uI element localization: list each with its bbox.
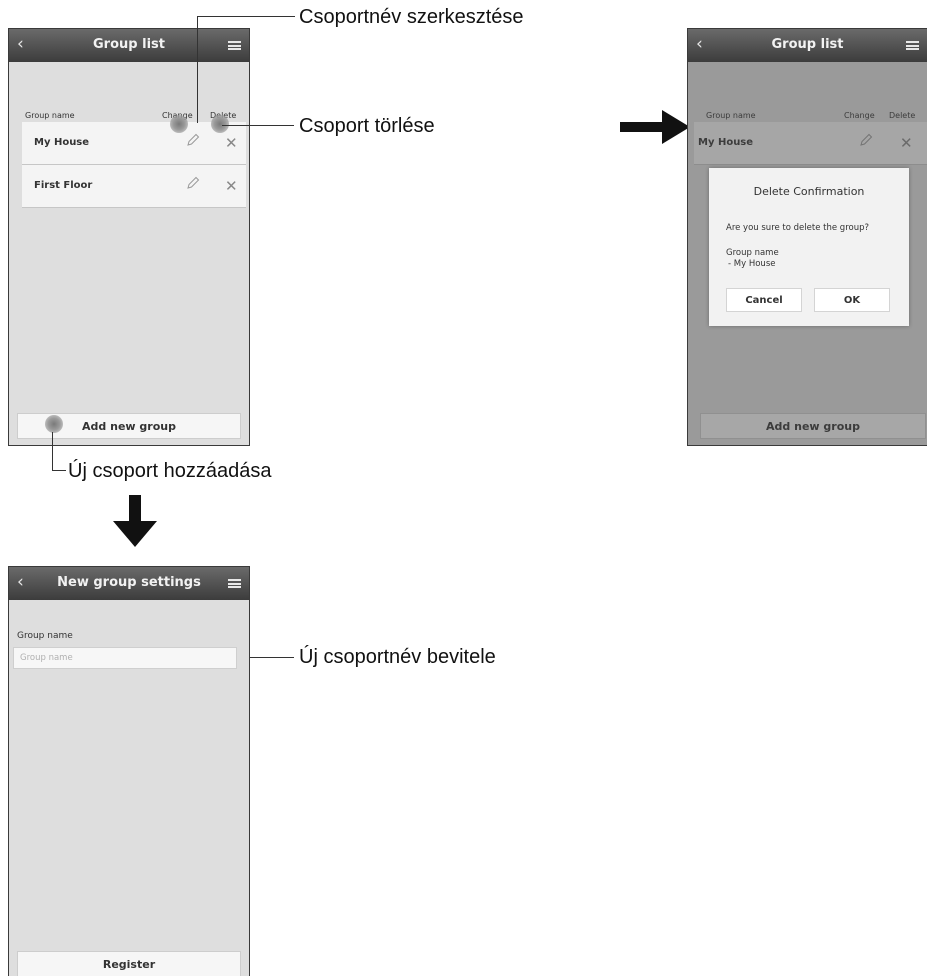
dialog-title: Delete Confirmation [753, 185, 865, 198]
column-header-group-name: Group name [25, 111, 75, 120]
arrow-right-icon [620, 110, 690, 144]
field-label-group-name: Group name [17, 631, 73, 641]
callout-edit-group-name: Csoportnév szerkesztése [299, 6, 524, 28]
arrow-down-icon [113, 495, 157, 547]
callout-add-group: Új csoport hozzáadása [68, 460, 272, 482]
page-title: Group list [93, 37, 165, 52]
ok-button[interactable]: OK [814, 288, 890, 312]
page-title: New group settings [57, 575, 201, 590]
delete-confirmation-dialog: Delete Confirmation Are you sure to dele… [709, 168, 909, 326]
pencil-icon[interactable] [185, 175, 201, 191]
callout-delete-group: Csoport törlése [299, 115, 435, 137]
group-name: My House [34, 137, 90, 148]
leader-line [52, 470, 66, 471]
top-bar: ‹ Group list [9, 29, 249, 62]
top-bar: ‹ Group list [688, 29, 927, 62]
top-bar: ‹ New group settings [9, 567, 249, 600]
group-list-screen: ‹ Group list Group name Change Delete My… [8, 28, 250, 446]
group-name-input[interactable] [14, 648, 236, 668]
group-name-field[interactable] [13, 647, 237, 669]
leader-line [52, 432, 53, 471]
delete-icon[interactable]: ✕ [225, 177, 238, 195]
delete-icon[interactable]: ✕ [225, 134, 238, 152]
touch-indicator [45, 415, 63, 433]
pencil-icon[interactable] [185, 132, 201, 148]
page-title: Group list [771, 37, 844, 52]
new-group-settings-screen: ‹ New group settings Group name Register [8, 566, 250, 976]
callout-enter-group-name: Új csoportnév bevitele [299, 646, 496, 668]
dialog-message: Are you sure to delete the group? [726, 223, 869, 233]
touch-indicator [170, 115, 188, 133]
menu-icon[interactable] [228, 41, 241, 50]
leader-line [197, 16, 198, 123]
leader-line [222, 125, 294, 126]
group-row: First Floor ✕ [22, 165, 246, 208]
dialog-group-value: - My House [728, 259, 776, 269]
leader-line [197, 16, 295, 17]
delete-confirmation-screen: ‹ Group list Group name Change Delete My… [687, 28, 927, 446]
menu-icon[interactable] [228, 579, 241, 588]
register-button[interactable]: Register [17, 951, 241, 976]
touch-indicator [211, 115, 229, 133]
dialog-group-label: Group name [726, 248, 779, 258]
menu-icon[interactable] [906, 41, 919, 50]
group-name: First Floor [34, 180, 93, 191]
cancel-button[interactable]: Cancel [726, 288, 802, 312]
